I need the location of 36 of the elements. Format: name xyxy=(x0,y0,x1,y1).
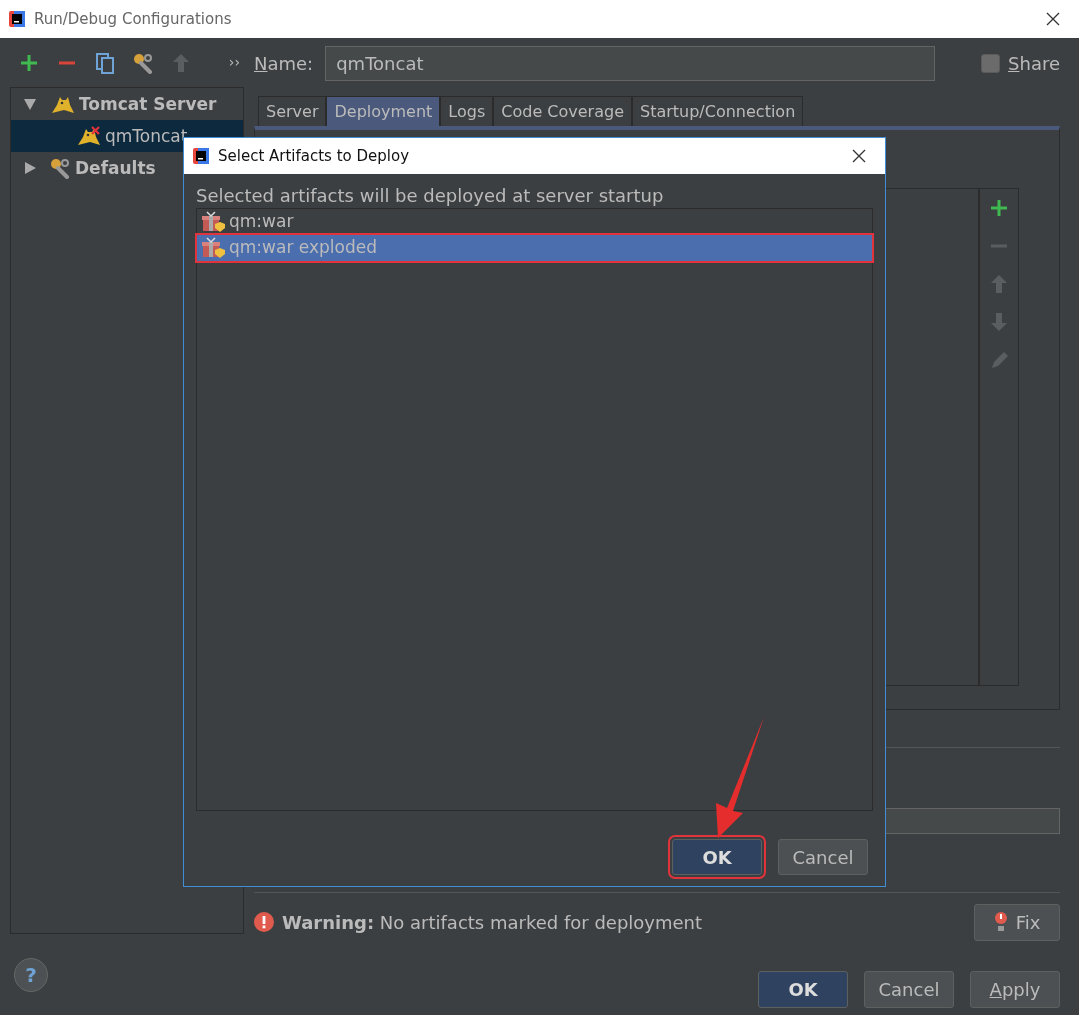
gift-box-icon xyxy=(201,237,225,259)
fix-button[interactable]: Fix xyxy=(974,903,1060,941)
warning-message: Warning: No artifacts marked for deployment xyxy=(282,910,704,935)
cat-icon-with-error-mark xyxy=(75,125,101,148)
gift-box-icon xyxy=(201,211,225,233)
artifact-item[interactable]: qm:war xyxy=(197,209,872,235)
add-icon[interactable] xyxy=(988,197,1010,219)
name-label: Name: xyxy=(254,51,314,76)
app-logo-icon xyxy=(192,147,210,165)
tree-item-label[interactable]: Tomcat Server xyxy=(79,91,217,118)
tab[interactable]: Deployment xyxy=(326,96,441,126)
app-logo-icon xyxy=(8,10,26,28)
tab[interactable]: Logs xyxy=(440,96,494,126)
warning-icon xyxy=(254,912,274,932)
dialog-title: Select Artifacts to Deploy xyxy=(218,145,411,167)
dialog-button[interactable]: Cancel xyxy=(778,839,868,875)
dialog-button[interactable]: OK xyxy=(758,971,848,1008)
hint-text: Selected artifacts will be deployed at server startup xyxy=(195,184,665,208)
window-title: Run/Debug Configurations xyxy=(34,8,233,30)
share-label[interactable]: Share xyxy=(1008,49,1060,77)
expand-arrow-icon[interactable] xyxy=(23,161,37,176)
help-button[interactable]: ? xyxy=(14,957,48,992)
share-checkbox[interactable] xyxy=(981,53,1001,73)
more-button[interactable]: ›› xyxy=(228,52,240,74)
lightbulb-icon xyxy=(993,911,1008,933)
collapse-arrow-icon[interactable] xyxy=(23,97,37,112)
tree-item-label[interactable]: Defaults xyxy=(75,155,156,182)
copy-icon[interactable] xyxy=(94,51,116,74)
tab[interactable]: Code Coverage xyxy=(493,96,632,126)
tab[interactable]: Server xyxy=(258,96,327,126)
wrench-icon[interactable] xyxy=(132,51,154,74)
tab[interactable]: Startup/Connection xyxy=(631,96,804,126)
dialog-button[interactable]: Cancel xyxy=(864,971,954,1008)
name-field[interactable]: qmToncat xyxy=(325,45,936,81)
dialog-button[interactable]: Apply xyxy=(970,971,1060,1008)
wrench-icon[interactable] xyxy=(49,157,71,180)
